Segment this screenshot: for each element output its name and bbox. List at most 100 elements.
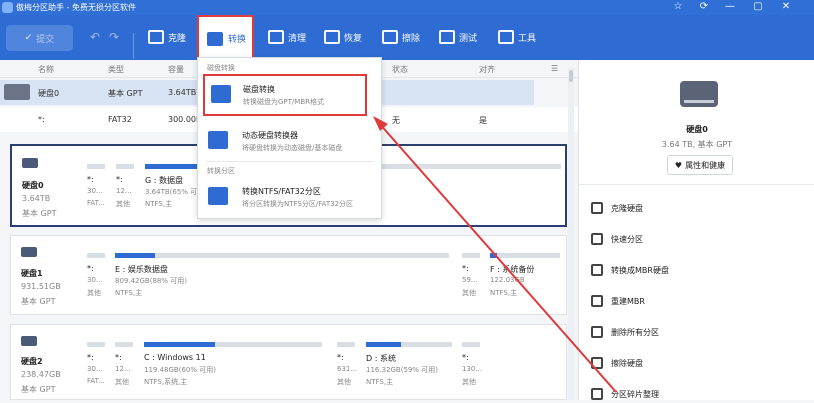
dynamic-disk-converter-menu-item[interactable]: 动态硬盘转换器 将硬盘转换为动态磁盘/基本磁盘 bbox=[198, 122, 381, 158]
tools-label: 工具 bbox=[518, 33, 537, 44]
disk-card[interactable]: 硬盘1 931.51GB 基本 GPT *: 30... 其他 E : 娱乐数据… bbox=[10, 235, 567, 315]
star-icon[interactable]: ☆ bbox=[670, 1, 686, 13]
disk-convert-menu-item[interactable]: 磁盘转换 转换磁盘为GPT/MBR格式 bbox=[203, 74, 367, 116]
ntfs-fat32-convert-menu-item[interactable]: 转换NTFS/FAT32分区 将分区转换为NTFS分区/FAT32分区 bbox=[198, 178, 381, 214]
row-align: 是 bbox=[479, 116, 487, 125]
maximize-button[interactable]: ▢ bbox=[750, 1, 766, 13]
column-name[interactable]: 名称 bbox=[38, 64, 54, 75]
delete-all-partitions-op[interactable]: 删除所有分区 bbox=[591, 323, 659, 341]
partition-fs: 其他 bbox=[115, 378, 129, 386]
clone-button[interactable]: 克隆 bbox=[146, 21, 186, 53]
partition-usage-bar bbox=[366, 342, 401, 347]
convert-mbr-op[interactable]: 转换成MBR硬盘 bbox=[591, 261, 669, 279]
partition-size: 12... bbox=[115, 365, 131, 373]
partition-size: 119.48GB(60% 可用) bbox=[144, 366, 216, 374]
properties-health-button[interactable]: ♥ 属性和健康 bbox=[667, 155, 733, 175]
partition-name: G : 数据盘 bbox=[145, 176, 183, 185]
convert-arrows-icon bbox=[591, 264, 603, 276]
disk-name: 硬盘1 bbox=[21, 269, 43, 278]
op-label: 克隆硬盘 bbox=[611, 203, 643, 213]
convert-icon bbox=[207, 32, 223, 46]
partition-size: 30... bbox=[87, 365, 103, 373]
menu-item-title: 转换NTFS/FAT32分区 bbox=[242, 187, 321, 196]
row-status: 无 bbox=[392, 116, 400, 125]
disk-style: 基本 GPT bbox=[21, 297, 56, 306]
rebuild-mbr-op[interactable]: 重建MBR bbox=[591, 292, 645, 310]
check-icon: ✔ bbox=[24, 33, 33, 43]
recover-button[interactable]: 恢复 bbox=[322, 21, 362, 53]
menu-item-title: 动态硬盘转换器 bbox=[242, 131, 298, 140]
partition-fs: 其他 bbox=[462, 289, 476, 297]
undo-icon[interactable]: ↶ bbox=[90, 30, 100, 44]
partition-name: *: bbox=[87, 353, 94, 362]
column-type[interactable]: 类型 bbox=[108, 64, 124, 75]
section-label: 磁盘转换 bbox=[207, 64, 235, 72]
tools-button[interactable]: 工具 bbox=[496, 21, 536, 53]
test-label: 测试 bbox=[459, 33, 478, 44]
partition-name: F : 系统备份 bbox=[490, 265, 535, 274]
partition-size: 12... bbox=[116, 187, 132, 195]
disk-size: 931.51GB bbox=[21, 282, 61, 291]
window-title: 傲梅分区助手 - 免费无损分区软件 bbox=[16, 3, 136, 12]
clone-disk-op[interactable]: 克隆硬盘 bbox=[591, 199, 643, 217]
heart-icon: ♥ bbox=[674, 160, 683, 170]
partition-size: 122.03GB bbox=[490, 276, 525, 284]
test-icon bbox=[439, 30, 455, 44]
convert-button[interactable]: 转换 bbox=[197, 15, 254, 59]
menu-item-desc: 将硬盘转换为动态磁盘/基本磁盘 bbox=[242, 144, 343, 152]
partition-fs: 其他 bbox=[87, 289, 101, 297]
minimize-button[interactable]: — bbox=[722, 1, 738, 13]
scrollbar-thumb[interactable] bbox=[569, 70, 573, 82]
clone-icon bbox=[148, 30, 164, 44]
test-button[interactable]: 测试 bbox=[437, 21, 477, 53]
menu-item-desc: 将分区转换为NTFS分区/FAT32分区 bbox=[242, 200, 354, 208]
row-name: 硬盘0 bbox=[38, 89, 60, 98]
wipe-button[interactable]: 擦除 bbox=[380, 21, 420, 53]
ntfs-fat32-icon bbox=[208, 187, 228, 205]
partition-fs: NTFS,主 bbox=[490, 289, 518, 297]
column-settings-icon[interactable]: ☰ bbox=[551, 64, 558, 73]
wipe-disk-op[interactable]: 擦除硬盘 bbox=[591, 354, 643, 372]
properties-label: 属性和健康 bbox=[685, 160, 726, 170]
selected-disk-name: 硬盘0 bbox=[686, 125, 708, 134]
trash-icon bbox=[591, 326, 603, 338]
title-bar: 傲梅分区助手 - 免费无损分区软件 ☆ ⟳ — ▢ ✕ bbox=[0, 0, 814, 15]
defrag-op[interactable]: 分区碎片整理 bbox=[591, 385, 659, 403]
vertical-scrollbar[interactable] bbox=[568, 68, 574, 400]
section-label: 转换分区 bbox=[207, 167, 235, 175]
partition-usage-bar bbox=[144, 342, 215, 347]
recover-label: 恢复 bbox=[344, 33, 363, 44]
disk-card[interactable]: 硬盘2 238.47GB 基本 GPT *: 30... FAT... *: 1… bbox=[10, 324, 567, 400]
clean-button[interactable]: 清理 bbox=[266, 21, 306, 53]
redo-icon[interactable]: ↷ bbox=[109, 30, 119, 44]
disk-name: 硬盘0 bbox=[22, 181, 44, 190]
partition-fs: 其他 bbox=[462, 378, 476, 386]
refresh-icon[interactable]: ⟳ bbox=[696, 1, 712, 13]
partition-fs: NTFS,主 bbox=[145, 200, 173, 208]
right-panel: 硬盘0 3.64 TB, 基本 GPT ♥ 属性和健康 克隆硬盘 快速分区 转换… bbox=[578, 60, 814, 400]
column-capacity[interactable]: 容量 bbox=[168, 64, 184, 75]
clone-label: 克隆 bbox=[168, 33, 187, 44]
submit-label: 提交 bbox=[36, 34, 55, 45]
partition-fs: 其他 bbox=[337, 378, 351, 386]
partition-fs: FAT... bbox=[87, 199, 105, 207]
row-capacity: 3.64TB bbox=[168, 88, 197, 97]
submit-button[interactable]: ✔ 提交 bbox=[6, 25, 73, 51]
partition-size: 59... bbox=[462, 276, 478, 284]
clean-label: 清理 bbox=[288, 33, 307, 44]
close-icon[interactable]: ✕ bbox=[778, 1, 794, 13]
partition-usage-bar bbox=[490, 253, 497, 258]
column-status[interactable]: 状态 bbox=[392, 64, 408, 75]
disk-size: 3.64TB bbox=[22, 194, 51, 203]
op-label: 重建MBR bbox=[611, 296, 645, 306]
partition-size: 130... bbox=[462, 365, 483, 373]
menu-divider bbox=[206, 161, 374, 162]
menu-item-title: 磁盘转换 bbox=[243, 85, 275, 94]
partition-name: *: bbox=[87, 175, 94, 184]
column-align[interactable]: 对齐 bbox=[479, 64, 495, 75]
clone-disk-icon bbox=[591, 202, 603, 214]
panel-divider bbox=[579, 184, 814, 185]
partition-size: 116.32GB(59% 可用) bbox=[366, 366, 438, 374]
quick-partition-op[interactable]: 快速分区 bbox=[591, 230, 643, 248]
op-label: 删除所有分区 bbox=[611, 327, 659, 337]
